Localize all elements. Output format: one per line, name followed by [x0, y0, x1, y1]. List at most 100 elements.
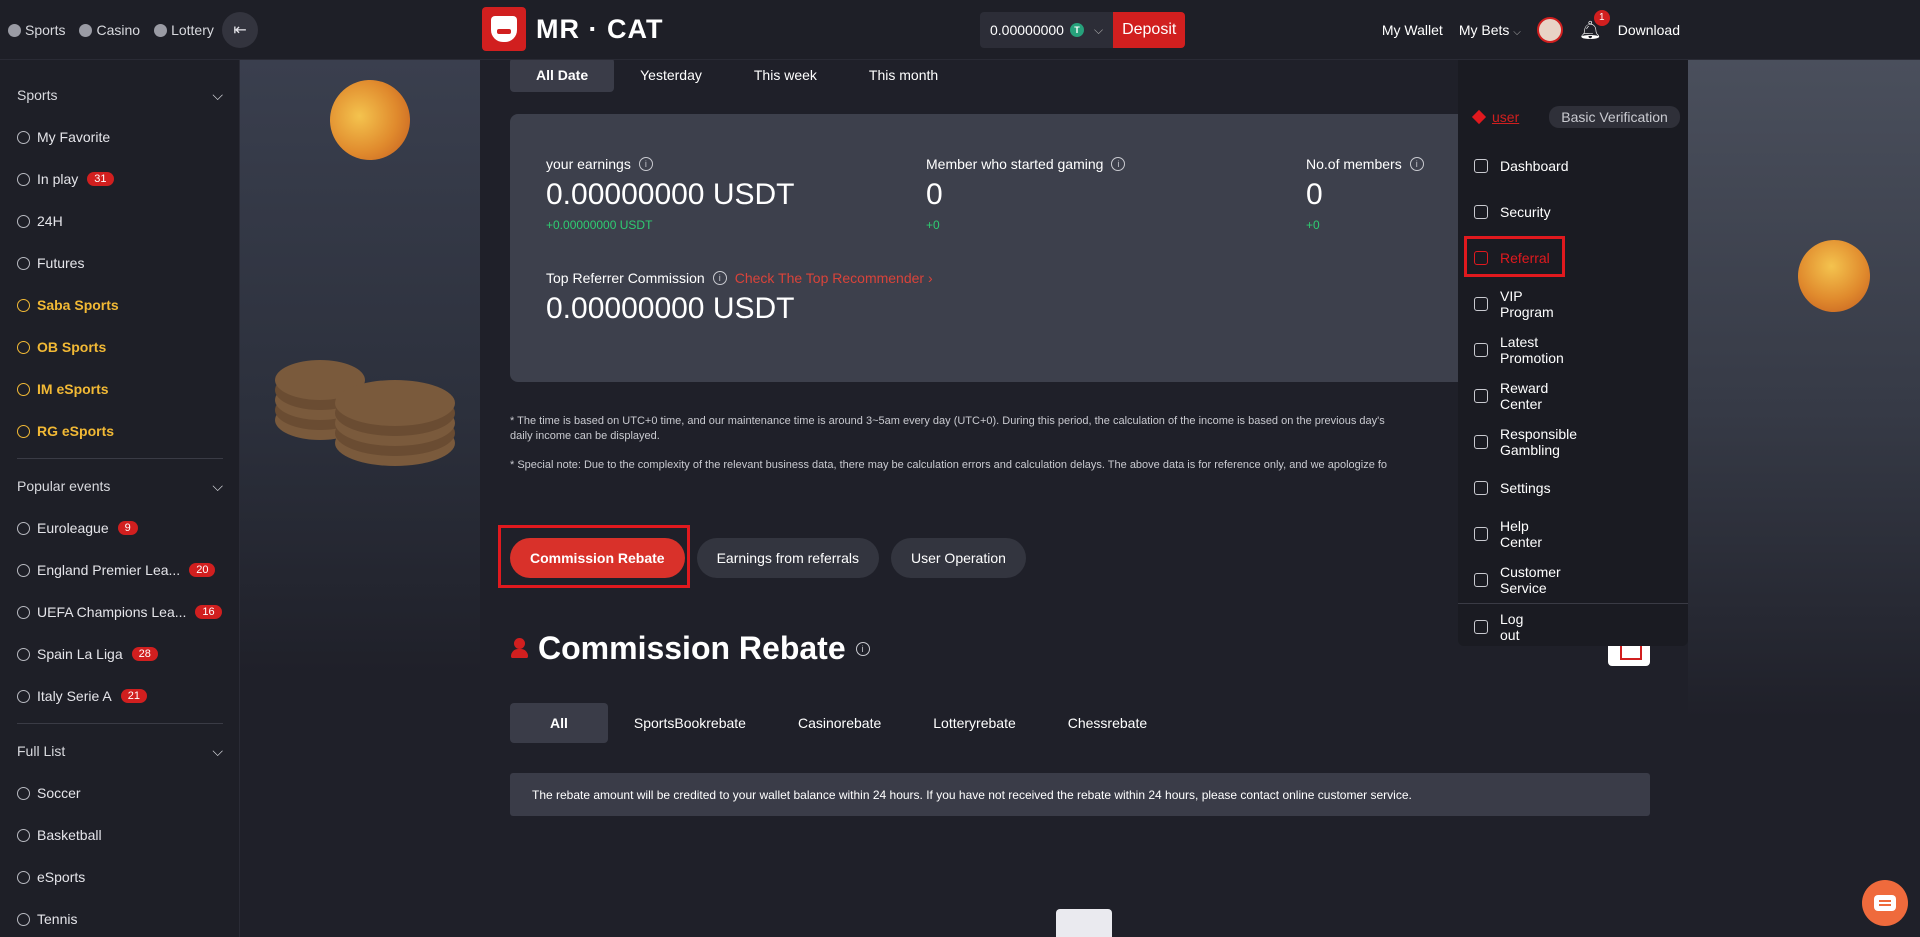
verification-badge[interactable]: Basic Verification — [1549, 106, 1680, 128]
divider — [17, 458, 223, 459]
info-icon[interactable]: i — [712, 271, 727, 285]
sidebar-item-soccer[interactable]: Soccer — [0, 772, 239, 814]
tab-this-week[interactable]: This week — [728, 58, 843, 92]
menu-item-vip-program[interactable]: VIP Program — [1472, 286, 1554, 322]
soccer-icon — [17, 605, 30, 619]
menu-item-log-out[interactable]: Log out — [1472, 609, 1523, 645]
sidebar-item-tennis[interactable]: Tennis — [0, 898, 239, 937]
soccer-icon — [17, 647, 30, 661]
my-wallet-link[interactable]: My Wallet — [1382, 22, 1443, 38]
tab-casino-rebate[interactable]: Casinorebate — [772, 703, 907, 743]
date-filter-tabs: All Date Yesterday This week This month — [510, 58, 964, 92]
casino-icon — [79, 23, 93, 37]
my-bets-dropdown[interactable]: My Bets ⌵ — [1459, 22, 1521, 38]
live-chat-button[interactable] — [1862, 880, 1908, 926]
info-icon[interactable]: i — [1409, 157, 1424, 171]
sidebar-item-spain-la-liga[interactable]: Spain La Liga 28 — [0, 633, 239, 675]
sidebar-item-rg-esports[interactable]: RG eSports — [0, 410, 239, 452]
saba-icon — [17, 298, 30, 312]
info-icon[interactable]: i — [638, 157, 653, 171]
sidebar-item-euroleague[interactable]: Euroleague 9 — [0, 507, 239, 549]
rebate-notice: The rebate amount will be credited to yo… — [510, 773, 1650, 816]
collapse-sidebar-button[interactable]: ⇤ — [222, 12, 258, 48]
tab-sportsbook-rebate[interactable]: SportsBookrebate — [608, 703, 772, 743]
menu-item-responsible-gambling[interactable]: Responsible Gambling — [1472, 424, 1577, 460]
book-icon — [1474, 527, 1488, 541]
menu-item-customer-service[interactable]: Customer Service — [1472, 562, 1561, 598]
sidebar-item-italy-serie-a[interactable]: Italy Serie A 21 — [0, 675, 239, 717]
sidebar-item-uefa-champions[interactable]: UEFA Champions Lea... 16 — [0, 591, 239, 633]
sidebar-item-basketball[interactable]: Basketball — [0, 814, 239, 856]
chevron-down-icon: ⌵ — [212, 477, 223, 494]
sidebar-item-my-favorite[interactable]: My Favorite — [0, 116, 239, 158]
count-badge: 21 — [120, 689, 147, 703]
sidebar-item-saba-sports[interactable]: Saba Sports — [0, 284, 239, 326]
tab-chess-rebate[interactable]: Chessrebate — [1042, 703, 1173, 743]
ob-icon — [17, 340, 30, 354]
tab-all-date[interactable]: All Date — [510, 58, 615, 92]
note-line: daily income can be displayed. — [510, 430, 660, 442]
avatar[interactable] — [1536, 17, 1563, 43]
section-header: Commission Rebate i — [510, 630, 870, 667]
deposit-button[interactable]: Deposit — [1113, 12, 1186, 48]
stat-value: 0 — [1306, 178, 1323, 211]
sidebar-item-24h[interactable]: 24H — [0, 200, 239, 242]
logo[interactable]: MR · CAT — [482, 7, 663, 51]
top-bar: Sports Casino Lottery ⇤ MR · CAT 0.00000… — [0, 0, 1920, 60]
tab-earnings-from-referrals[interactable]: Earnings from referrals — [696, 538, 879, 578]
soccer-icon — [17, 786, 30, 800]
sidebar-item-esports[interactable]: eSports — [0, 856, 239, 898]
balance-selector[interactable]: 0.00000000 T ⌵ — [980, 12, 1114, 48]
top-nav-sports[interactable]: Sports — [8, 22, 65, 38]
sidebar-item-in-play[interactable]: In play 31 — [0, 158, 239, 200]
headset-icon — [1474, 573, 1488, 587]
menu-item-referral[interactable]: Referral — [1472, 240, 1550, 276]
chips-decoration — [335, 380, 455, 426]
chevron-down-icon: ⌵ — [1093, 22, 1104, 37]
sidebar-section-full-list[interactable]: Full List ⌵ — [0, 730, 239, 772]
tab-all[interactable]: All — [510, 703, 608, 743]
sidebar-item-england-premier[interactable]: England Premier Lea... 20 — [0, 549, 239, 591]
menu-item-reward-center[interactable]: Reward Center — [1472, 378, 1548, 414]
chat-icon — [1874, 895, 1896, 911]
sidebar-item-ob-sports[interactable]: OB Sports — [0, 326, 239, 368]
stat-value: 0 — [926, 178, 943, 211]
gift-icon — [1474, 343, 1488, 357]
sidebar-item-im-esports[interactable]: IM eSports — [0, 368, 239, 410]
rebate-type-tabs: All SportsBookrebate Casinorebate Lotter… — [510, 703, 1173, 743]
im-icon — [17, 382, 30, 396]
note-line: * Special note: Due to the complexity of… — [510, 459, 1388, 471]
sidebar-section-popular-events[interactable]: Popular events ⌵ — [0, 465, 239, 507]
count-badge: 28 — [131, 647, 158, 661]
sidebar-section-sports[interactable]: Sports ⌵ — [0, 74, 239, 116]
calendar-icon — [17, 256, 30, 270]
tab-yesterday[interactable]: Yesterday — [614, 58, 728, 92]
notification-bell[interactable]: 🔔︎ 1 — [1579, 9, 1610, 41]
collapse-icon: ⇤ — [233, 22, 247, 39]
tab-this-month[interactable]: This month — [843, 58, 964, 92]
check-top-recommender-link[interactable]: Check The Top Recommender › — [735, 270, 933, 286]
username-link[interactable]: user — [1492, 109, 1519, 125]
top-nav-casino[interactable]: Casino — [79, 22, 140, 38]
top-nav-lottery[interactable]: Lottery — [154, 22, 214, 38]
logout-icon — [1474, 620, 1488, 634]
menu-item-settings[interactable]: Settings — [1472, 470, 1551, 506]
coin-decoration-icon — [316, 66, 424, 174]
logo-mark-icon — [482, 7, 526, 51]
stat-your-earnings: your earnings i 0.00000000 USDT +0.000000… — [546, 156, 795, 232]
chevron-down-icon: ⌵ — [212, 742, 223, 759]
tab-user-operation[interactable]: User Operation — [890, 538, 1026, 578]
tab-commission-rebate[interactable]: Commission Rebate — [510, 538, 685, 578]
diamond-icon — [1474, 297, 1488, 311]
menu-item-dashboard[interactable]: Dashboard — [1472, 148, 1569, 184]
info-icon[interactable]: i — [1111, 157, 1126, 171]
stat-members-started: Member who started gaming i 0 +0 — [926, 156, 1126, 232]
tab-lottery-rebate[interactable]: Lotteryrebate — [907, 703, 1042, 743]
menu-item-help-center[interactable]: Help Center — [1472, 516, 1542, 552]
menu-item-latest-promotion[interactable]: Latest Promotion — [1472, 332, 1564, 368]
referral-icon — [1474, 251, 1488, 265]
info-icon[interactable]: i — [855, 641, 870, 656]
download-link[interactable]: Download — [1618, 22, 1680, 38]
menu-item-security[interactable]: Security — [1472, 194, 1551, 230]
sidebar-item-futures[interactable]: Futures — [0, 242, 239, 284]
